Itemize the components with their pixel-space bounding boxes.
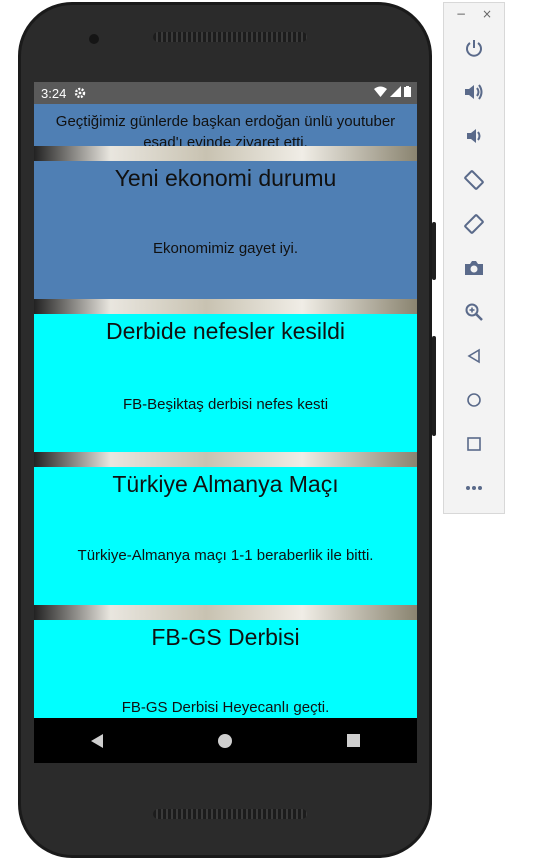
news-title: FB-GS Derbisi: [151, 624, 300, 650]
news-body: Ekonomimiz gayet iyi.: [152, 240, 299, 257]
news-title: Yeni ekonomi durumu: [114, 165, 337, 191]
back-button[interactable]: [444, 341, 504, 371]
rotate-left-button[interactable]: [444, 165, 504, 195]
background-image-strip: [34, 605, 417, 620]
nav-recents-icon[interactable]: [346, 734, 360, 747]
background-image-strip: [34, 452, 417, 467]
news-card[interactable]: Türkiye Almanya Maçı Türkiye-Almanya maç…: [34, 467, 417, 605]
device-screen: 3:24 Geçtiğimiz günlerde başkan erdoğan …: [34, 82, 417, 763]
bottom-speaker: [153, 809, 307, 819]
overview-button[interactable]: [444, 429, 504, 459]
power-button[interactable]: [444, 33, 504, 63]
rotate-left-icon: [464, 170, 484, 190]
headline-text: Geçtiğimiz günlerde başkan erdoğan ünlü …: [34, 104, 417, 151]
close-button[interactable]: ×: [482, 7, 492, 21]
signal-icon: [390, 86, 401, 97]
news-card[interactable]: Yeni ekonomi durumu Ekonomimiz gayet iyi…: [34, 161, 417, 299]
front-camera: [89, 34, 99, 44]
screenshot-button[interactable]: [444, 253, 504, 283]
navigation-bar: [34, 718, 417, 763]
zoom-icon: [465, 303, 483, 321]
nav-back-icon[interactable]: [91, 733, 104, 748]
zoom-button[interactable]: [444, 297, 504, 327]
volume-down-button[interactable]: [444, 121, 504, 151]
background-image-strip: [34, 299, 417, 314]
back-icon: [467, 348, 480, 364]
news-title: Türkiye Almanya Maçı: [112, 471, 339, 497]
overview-icon: [467, 437, 481, 451]
more-button[interactable]: [444, 473, 504, 503]
volume-up-icon: [465, 84, 483, 100]
news-body: Türkiye-Almanya maçı 1-1 beraberlik ile …: [77, 547, 374, 564]
volume-down-icon: [467, 129, 481, 143]
rotate-right-button[interactable]: [444, 209, 504, 239]
volume-rocker: [432, 222, 436, 280]
news-body: FB-GS Derbisi Heyecanlı geçti.: [121, 699, 330, 716]
wifi-icon: [374, 86, 387, 97]
power-side-button: [432, 336, 436, 436]
news-title: Derbide nefesler kesildi: [105, 318, 346, 344]
settings-gear-icon: [75, 87, 86, 99]
power-icon: [466, 40, 482, 57]
minimize-button[interactable]: −: [456, 7, 466, 21]
news-body: FB-Beşiktaş derbisi nefes kesti: [122, 396, 329, 413]
battery-icon: [404, 86, 411, 97]
news-list[interactable]: Geçtiğimiz günlerde başkan erdoğan ünlü …: [34, 104, 417, 718]
more-icon: [466, 486, 482, 490]
rotate-right-icon: [464, 214, 484, 234]
background-image-strip: [34, 146, 417, 161]
home-button[interactable]: [444, 385, 504, 415]
home-icon: [467, 393, 481, 407]
status-time: 3:24: [41, 85, 67, 101]
camera-icon: [465, 261, 483, 275]
emulator-toolbar: − ×: [443, 2, 505, 514]
nav-home-icon[interactable]: [217, 733, 232, 748]
top-speaker: [153, 32, 307, 42]
news-card[interactable]: Derbide nefesler kesildi FB-Beşiktaş der…: [34, 314, 417, 452]
status-bar: 3:24: [34, 82, 417, 104]
volume-up-button[interactable]: [444, 77, 504, 107]
news-card[interactable]: FB-GS Derbisi FB-GS Derbisi Heyecanlı ge…: [34, 620, 417, 718]
